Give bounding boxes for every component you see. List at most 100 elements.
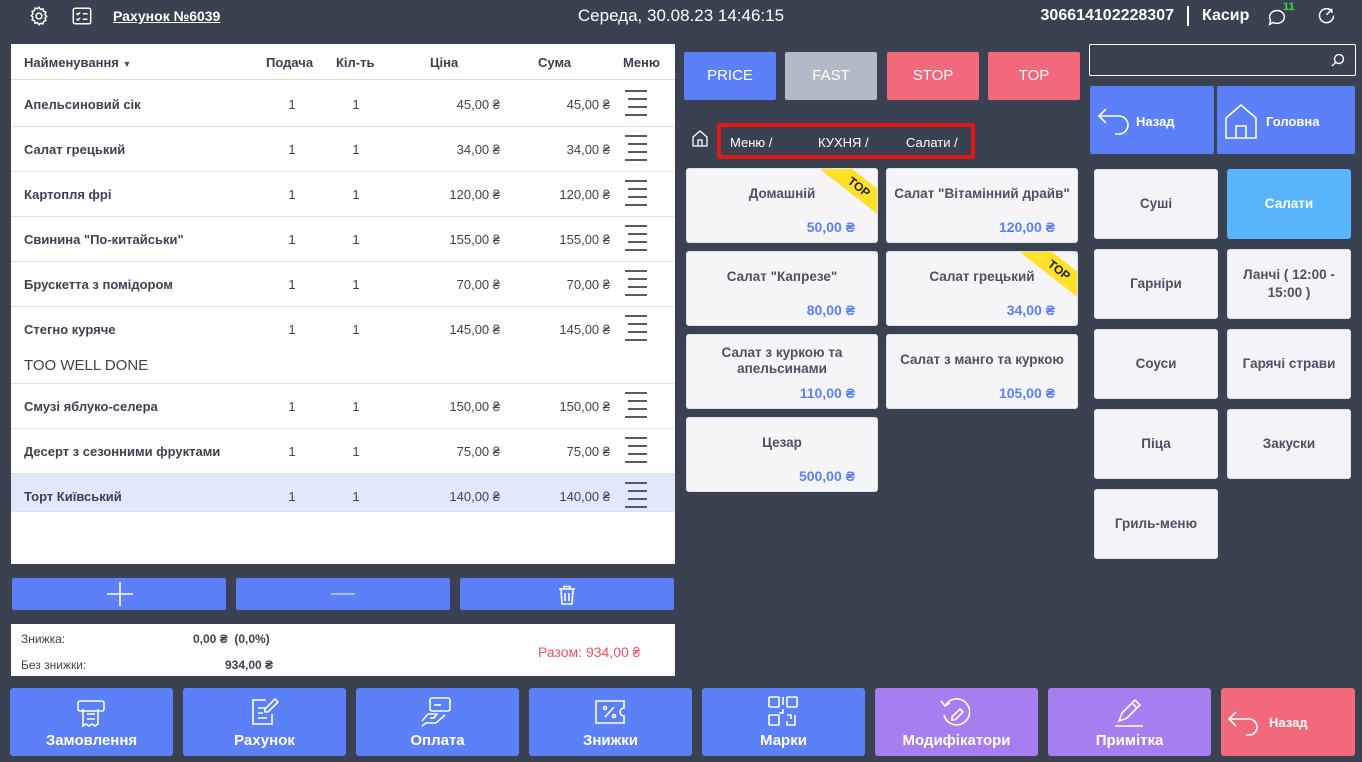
category-button[interactable]: Суші [1094, 169, 1218, 239]
item-qty: 1 [352, 444, 360, 459]
item-menu-icon[interactable] [625, 225, 647, 251]
product-name: Салат з куркою та апельсинами [721, 345, 843, 376]
order-row[interactable]: Торт Київський 1 1 140,00 ₴ 140,00 ₴ [11, 474, 675, 512]
filter-stop-tab[interactable]: STOP [887, 52, 979, 100]
column-price-header: Ціна [430, 55, 459, 70]
filter-price-tab[interactable]: PRICE [684, 52, 776, 100]
product-card[interactable]: Салат "Вітамінний драйв" 120,00 ₴ [886, 168, 1078, 243]
item-name: Брускетта з помідором [24, 277, 173, 292]
marks-tab[interactable]: Марки [702, 688, 865, 756]
plus-icon [107, 582, 133, 606]
nav-home-label: Головна [1266, 114, 1320, 129]
item-serve: 1 [288, 489, 296, 504]
item-menu-icon[interactable] [625, 135, 647, 161]
item-qty: 1 [352, 489, 360, 504]
pencil-note-icon [1115, 698, 1143, 727]
modifiers-tab[interactable]: Модифікатори [875, 688, 1038, 756]
product-card[interactable]: Салат з манго та куркою 105,00 ₴ [886, 334, 1078, 409]
item-qty: 1 [352, 232, 360, 247]
item-menu-icon[interactable] [625, 392, 647, 418]
filter-top-tab[interactable]: TOP [988, 52, 1080, 100]
discounts-tab-label: Знижки [582, 732, 639, 749]
subtract-button[interactable] [236, 578, 450, 610]
payment-hand-icon [421, 697, 451, 727]
item-price: 140,00 ₴ [449, 489, 500, 504]
qr-code-icon [768, 696, 798, 726]
filter-fast-tab[interactable]: FAST [785, 52, 877, 100]
order-row[interactable]: Стегно куряче 1 1 145,00 ₴ 145,00 ₴ TOO WELL … [11, 307, 675, 384]
search-input[interactable] [1089, 44, 1356, 76]
item-qty: 1 [352, 399, 360, 414]
item-qty: 1 [352, 322, 360, 337]
item-name: Свинина "По-китайськи" [24, 232, 184, 247]
item-menu-icon[interactable] [625, 482, 647, 508]
bottom-back-button[interactable]: Назад [1221, 688, 1355, 756]
column-qty-header: Кіл-ть [336, 55, 375, 70]
item-name: Смузі яблуко-селера [24, 399, 158, 414]
order-row[interactable]: Смузі яблуко-селера 1 1 150,00 ₴ 150,00 ₴ [11, 384, 675, 429]
item-price: 120,00 ₴ [449, 187, 500, 202]
item-menu-icon[interactable] [625, 437, 647, 463]
item-menu-icon[interactable] [625, 315, 647, 341]
product-card[interactable]: Домашній 50,00 ₴ TOP [686, 168, 878, 243]
breadcrumb-menu[interactable]: Меню / [730, 135, 772, 150]
totals-panel: Знижка: 0,00 ₴ (0,0%) Без знижки: 934,00… [11, 624, 675, 676]
home-icon [1225, 103, 1257, 139]
category-button[interactable]: Гарячі страви [1227, 329, 1351, 399]
orders-tab[interactable]: Замовлення [10, 688, 173, 756]
item-sum: 75,00 ₴ [566, 444, 610, 459]
bill-tab-label: Рахунок [234, 732, 295, 749]
category-button[interactable]: Гарніри [1094, 249, 1218, 319]
category-button[interactable]: Гриль-меню [1094, 489, 1218, 559]
item-sum: 34,00 ₴ [566, 142, 610, 157]
order-row[interactable]: Апельсиновий сік 1 1 45,00 ₴ 45,00 ₴ [11, 82, 675, 127]
column-name-header[interactable]: Найменування ▼ [24, 55, 131, 70]
category-button[interactable]: Закуски [1227, 409, 1351, 479]
item-menu-icon[interactable] [625, 180, 647, 206]
search-icon [1331, 53, 1345, 67]
item-serve: 1 [288, 97, 296, 112]
product-name: Салат "Капрезе" [726, 269, 838, 284]
order-row[interactable]: Салат грецький 1 1 34,00 ₴ 34,00 ₴ [11, 127, 675, 172]
item-menu-icon[interactable] [625, 90, 647, 116]
category-button[interactable]: Ланчі ( 12:00 - 15:00 ) [1227, 249, 1351, 319]
back-arrow-icon [1227, 711, 1258, 736]
product-price: 34,00 ₴ [1006, 302, 1055, 318]
nav-home-button[interactable]: Головна [1217, 86, 1355, 154]
column-menu-header: Меню [623, 55, 661, 70]
note-tab-label: Примітка [1095, 732, 1164, 749]
refresh-icon[interactable] [1316, 6, 1337, 27]
product-card[interactable]: Салат з куркою та апельсинами 110,00 ₴ [686, 334, 878, 409]
order-row[interactable]: Свинина "По-китайськи" 1 1 155,00 ₴ 155,00 ₴ [11, 217, 675, 262]
order-row[interactable]: Картопля фрі 1 1 120,00 ₴ 120,00 ₴ [11, 172, 675, 217]
item-menu-icon[interactable] [625, 270, 647, 296]
category-button[interactable]: Салати [1227, 169, 1351, 239]
nav-back-button[interactable]: Назад [1090, 86, 1214, 154]
item-serve: 1 [288, 142, 296, 157]
item-name: Салат грецький [24, 142, 126, 157]
category-button[interactable]: Піца [1094, 409, 1218, 479]
item-price: 75,00 ₴ [456, 444, 500, 459]
breadcrumb-home-icon[interactable] [690, 128, 710, 148]
bill-tab[interactable]: Рахунок [183, 688, 346, 756]
category-button[interactable]: Соуси [1094, 329, 1218, 399]
product-card[interactable]: Цезар 500,00 ₴ [686, 417, 878, 492]
message-count-badge: 11 [1283, 1, 1295, 13]
product-card[interactable]: Салат грецький 34,00 ₴ TOP [886, 251, 1078, 326]
order-row[interactable]: Десерт з сезонними фруктами 1 1 75,00 ₴ 75,0… [11, 429, 675, 474]
product-name: Цезар [762, 435, 802, 450]
breadcrumb-kitchen[interactable]: КУХНЯ / [818, 135, 869, 150]
note-tab[interactable]: Примітка [1048, 688, 1211, 756]
item-price: 45,00 ₴ [456, 97, 500, 112]
item-price: 145,00 ₴ [449, 322, 500, 337]
nodiscount-label: Без знижки: [21, 658, 87, 672]
order-row[interactable]: Брускетта з помідором 1 1 70,00 ₴ 70,00 ₴ [11, 262, 675, 307]
delete-button[interactable] [460, 578, 674, 610]
product-card[interactable]: Салат "Капрезе" 80,00 ₴ [686, 251, 878, 326]
discounts-tab[interactable]: Знижки [529, 688, 692, 756]
payment-tab[interactable]: Оплата [356, 688, 519, 756]
edit-bill-icon [252, 697, 280, 725]
product-price: 110,00 ₴ [799, 385, 855, 401]
breadcrumb-salads[interactable]: Салати / [906, 135, 958, 150]
add-button[interactable] [12, 578, 226, 610]
